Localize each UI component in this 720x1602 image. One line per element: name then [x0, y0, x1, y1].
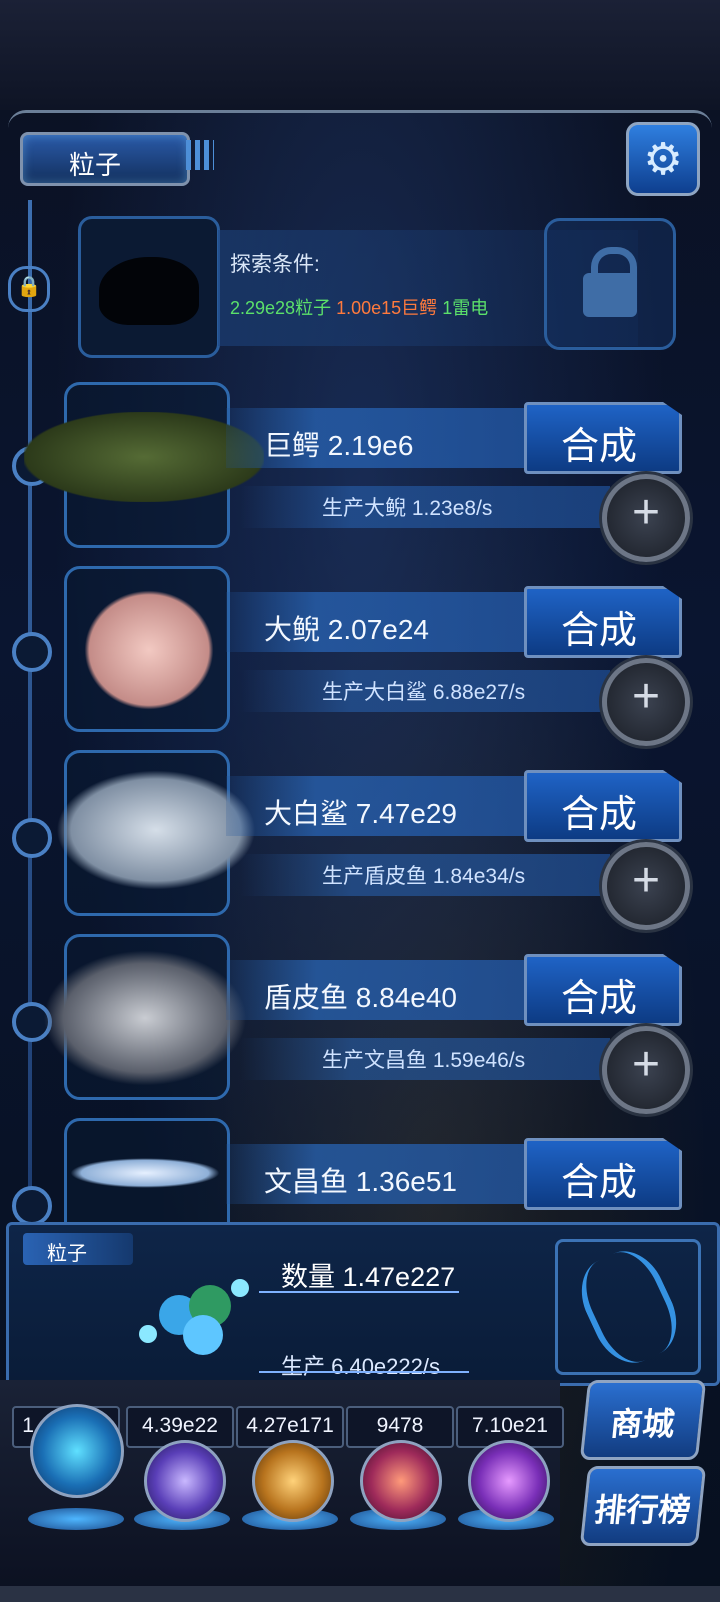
creature-row: 文昌鱼 1.36e51 合成: [0, 1118, 720, 1222]
creature-count: 巨鳄 2.19e6: [264, 430, 414, 461]
creature-count: 盾皮鱼 8.84e40: [264, 982, 457, 1013]
merge-label: 合成: [561, 978, 638, 1020]
lock-icon: 🔒: [8, 266, 50, 312]
req-particles: 2.29e28粒子: [230, 298, 332, 318]
bottom-strip: [0, 1586, 720, 1602]
creature-row: 大白鲨 7.47e29 生产盾皮鱼 1.84e34/s 合成 +: [0, 750, 720, 930]
locked-creature-thumb: [78, 216, 220, 358]
explore-title: 探索条件:: [230, 253, 320, 276]
atom-ball: [183, 1315, 223, 1355]
explore-panel: 探索条件: 2.29e28粒子 1.00e15巨鳄 1雷电: [78, 216, 676, 358]
particle-panel: 粒子 数量 1.47e227 生产 6.40e222/s: [6, 1222, 720, 1386]
req-croc: 1.00e15巨鳄: [336, 298, 438, 318]
plus-icon: +: [631, 1038, 661, 1091]
plus-icon: +: [631, 486, 661, 539]
page-title: 粒子: [69, 150, 122, 180]
particle-orb-icon[interactable]: [30, 1404, 124, 1498]
add-button[interactable]: +: [602, 842, 690, 930]
currency-name-plate: 粒子: [20, 132, 190, 186]
connector-line: [259, 1371, 469, 1373]
thunder-orb-icon[interactable]: [144, 1440, 226, 1522]
vortex-orb-icon[interactable]: [468, 1440, 550, 1522]
ranking-label: 排行榜: [592, 1492, 693, 1528]
particle-production: 生产 6.40e222/s: [281, 1354, 440, 1379]
particle-tag-label: 粒子: [47, 1243, 87, 1265]
add-button[interactable]: +: [602, 1026, 690, 1114]
fire-orb-icon[interactable]: [252, 1440, 334, 1522]
atom-ball: [231, 1279, 249, 1297]
creature-count: 大鲵 2.07e24: [264, 614, 429, 645]
add-button[interactable]: +: [602, 658, 690, 746]
merge-label: 合成: [561, 426, 638, 468]
merge-label: 合成: [561, 1162, 638, 1204]
merge-label: 合成: [561, 610, 638, 652]
ranking-button[interactable]: 排行榜: [579, 1466, 707, 1546]
creature-count: 大白鲨 7.47e29: [264, 798, 457, 829]
connector-line: [259, 1291, 459, 1293]
padlock-icon: [583, 273, 637, 317]
shop-button[interactable]: 商城: [579, 1380, 707, 1460]
explore-requirements: 2.29e28粒子 1.00e15巨鳄 1雷电: [230, 294, 488, 320]
creature-row: 巨鳄 2.19e6 生产大鲵 1.23e8/s 合成 +: [0, 382, 720, 562]
merge-label: 合成: [561, 794, 638, 836]
brain-orb-icon[interactable]: [360, 1440, 442, 1522]
merge-button[interactable]: 合成: [524, 770, 682, 842]
gear-icon: ⚙: [643, 134, 683, 184]
creature-production: 生产大白鲨 6.88e27/s: [322, 681, 526, 704]
plate-stripes: [186, 140, 214, 170]
plus-icon: +: [631, 670, 661, 723]
creature-production: 生产文昌鱼 1.59e46/s: [322, 1049, 526, 1072]
merge-button[interactable]: 合成: [524, 954, 682, 1026]
particle-tag: 粒子: [23, 1233, 133, 1265]
shop-label: 商城: [608, 1406, 677, 1442]
armored-fish-image: [40, 948, 250, 1088]
creature-count: 文昌鱼 1.36e51: [264, 1166, 457, 1197]
creature-production: 生产大鲵 1.23e8/s: [322, 497, 493, 520]
creature-silhouette: [99, 257, 199, 325]
starfield: [0, 0, 720, 110]
unlock-button[interactable]: [544, 218, 676, 350]
particle-atom-icon: [139, 1275, 249, 1365]
dna-icon: [555, 1239, 701, 1375]
atom-ball: [139, 1325, 157, 1343]
creature-production: 生产盾皮鱼 1.84e34/s: [322, 865, 526, 888]
creature-row: 大鲵 2.07e24 生产大白鲨 6.88e27/s 合成 +: [0, 566, 720, 746]
add-button[interactable]: +: [602, 474, 690, 562]
settings-button[interactable]: ⚙: [626, 122, 700, 196]
plus-icon: +: [631, 854, 661, 907]
creature-row: 盾皮鱼 8.84e40 生产文昌鱼 1.59e46/s 合成 +: [0, 934, 720, 1114]
salamander-image: [84, 590, 214, 710]
merge-button[interactable]: 合成: [524, 586, 682, 658]
pedestal: [28, 1508, 124, 1530]
req-thunder: 1雷电: [442, 298, 489, 318]
helix-shape: [568, 1239, 690, 1375]
lancelet-image: [70, 1158, 220, 1188]
merge-button[interactable]: 合成: [524, 402, 682, 474]
merge-button[interactable]: 合成: [524, 1138, 682, 1210]
particle-quantity: 数量 1.47e227: [281, 1262, 456, 1292]
